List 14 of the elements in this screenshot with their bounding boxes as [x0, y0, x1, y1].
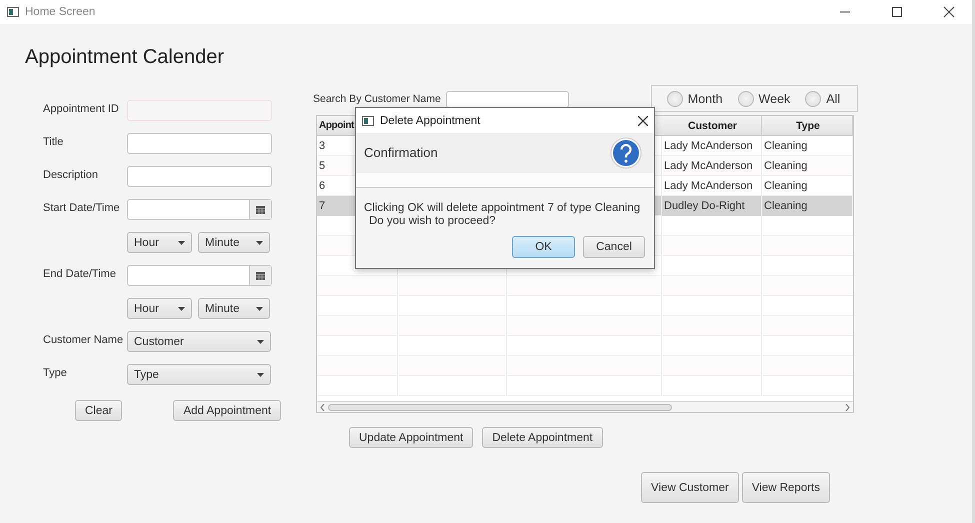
field-label: Title: [43, 135, 64, 148]
field-label: Description: [43, 168, 100, 181]
field-label: Customer Name: [43, 333, 124, 346]
table-cell: Dudley Do-Right: [662, 196, 762, 216]
dialog-title: Delete Appointment: [380, 114, 482, 126]
field-label: End Date/Time: [43, 267, 117, 280]
field-label: Type: [43, 366, 68, 379]
table-cell: Cleaning: [762, 196, 853, 216]
search-label: Search By Customer Name: [313, 92, 441, 104]
field-label: Appointment ID: [43, 102, 120, 115]
page-heading: Appointment Calender: [25, 45, 226, 69]
field-label: Start Date/Time: [43, 201, 121, 214]
window-title: Home Screen: [25, 6, 96, 18]
dialog-question: Do you wish to proceed?: [369, 215, 497, 227]
